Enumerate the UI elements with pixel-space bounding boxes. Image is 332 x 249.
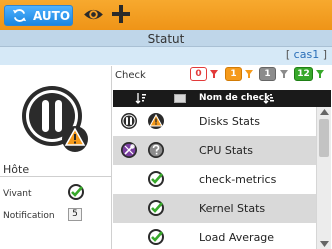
- auto-label: AUTO: [33, 9, 71, 23]
- scroll-down-icon[interactable]: [320, 241, 329, 247]
- check-name: check-metrics: [199, 173, 277, 186]
- filter-icon[interactable]: [245, 70, 253, 78]
- table-row[interactable]: Kernel Stats: [113, 194, 316, 223]
- toolbar: AUTO: [0, 0, 332, 30]
- sync-icon: [12, 9, 27, 22]
- critical-filter-badge[interactable]: 0: [190, 67, 207, 81]
- filter-icon[interactable]: [280, 70, 288, 78]
- column-name-header[interactable]: Nom de check: [199, 93, 270, 103]
- check-name: CPU Stats: [199, 144, 253, 157]
- table-row[interactable]: Load Average: [113, 223, 316, 249]
- bracket-close: ]: [319, 48, 327, 61]
- status-header: Statut [ cas1 ]: [0, 30, 332, 65]
- header-subbar: [ cas1 ]: [0, 46, 332, 65]
- tools-icon: [121, 142, 137, 158]
- check-name: Disks Stats: [199, 115, 260, 128]
- warning-icon: [148, 113, 164, 129]
- context-link[interactable]: cas1: [294, 48, 320, 61]
- check-name: Kernel Stats: [199, 202, 266, 215]
- scroll-thumb[interactable]: [319, 119, 329, 157]
- table-row[interactable]: CPU Stats: [113, 136, 316, 165]
- notification-label: Notification: [3, 211, 55, 221]
- checks-heading: Check: [115, 70, 146, 81]
- page-title: Statut: [147, 32, 185, 46]
- alive-label: Vivant: [3, 189, 32, 199]
- host-heading: Hôte: [3, 163, 30, 176]
- unknown-filter-badge[interactable]: 1: [259, 67, 276, 81]
- auto-refresh-button[interactable]: AUTO: [4, 5, 73, 26]
- divider: [0, 176, 112, 177]
- ok-check-icon: [148, 200, 164, 216]
- ok-check-icon: [148, 229, 164, 245]
- check-name: Load Average: [199, 231, 275, 244]
- host-panel: Hôte Vivant Notification 5: [0, 66, 112, 249]
- filter-icon[interactable]: [316, 70, 324, 78]
- ok-filter-badge[interactable]: 12: [294, 67, 313, 81]
- table-row[interactable]: Disks Stats: [113, 107, 316, 136]
- ok-check-icon: [68, 184, 84, 200]
- sort-state-icon[interactable]: [135, 92, 147, 105]
- warning-filter-badge[interactable]: 1: [225, 67, 242, 81]
- plus-icon[interactable]: [110, 3, 132, 25]
- context-breadcrumb: [ cas1 ]: [286, 48, 327, 61]
- ok-check-icon: [148, 171, 164, 187]
- paused-icon: [121, 113, 137, 129]
- bracket-open: [: [285, 48, 294, 61]
- select-all-checkbox[interactable]: [174, 94, 186, 103]
- filter-icon[interactable]: [210, 70, 218, 78]
- table-header: Nom de check: [113, 90, 331, 107]
- unknown-icon: [148, 142, 164, 158]
- sort-name-icon[interactable]: [263, 92, 275, 105]
- checks-table: Disks Stats CPU Stats check-metrics Kern…: [113, 107, 316, 249]
- host-paused-icon: [22, 86, 88, 152]
- notification-count: 5: [68, 208, 82, 221]
- scrollbar[interactable]: [316, 107, 331, 249]
- eye-icon[interactable]: [83, 7, 104, 22]
- scroll-up-icon[interactable]: [320, 109, 329, 115]
- table-row[interactable]: check-metrics: [113, 165, 316, 194]
